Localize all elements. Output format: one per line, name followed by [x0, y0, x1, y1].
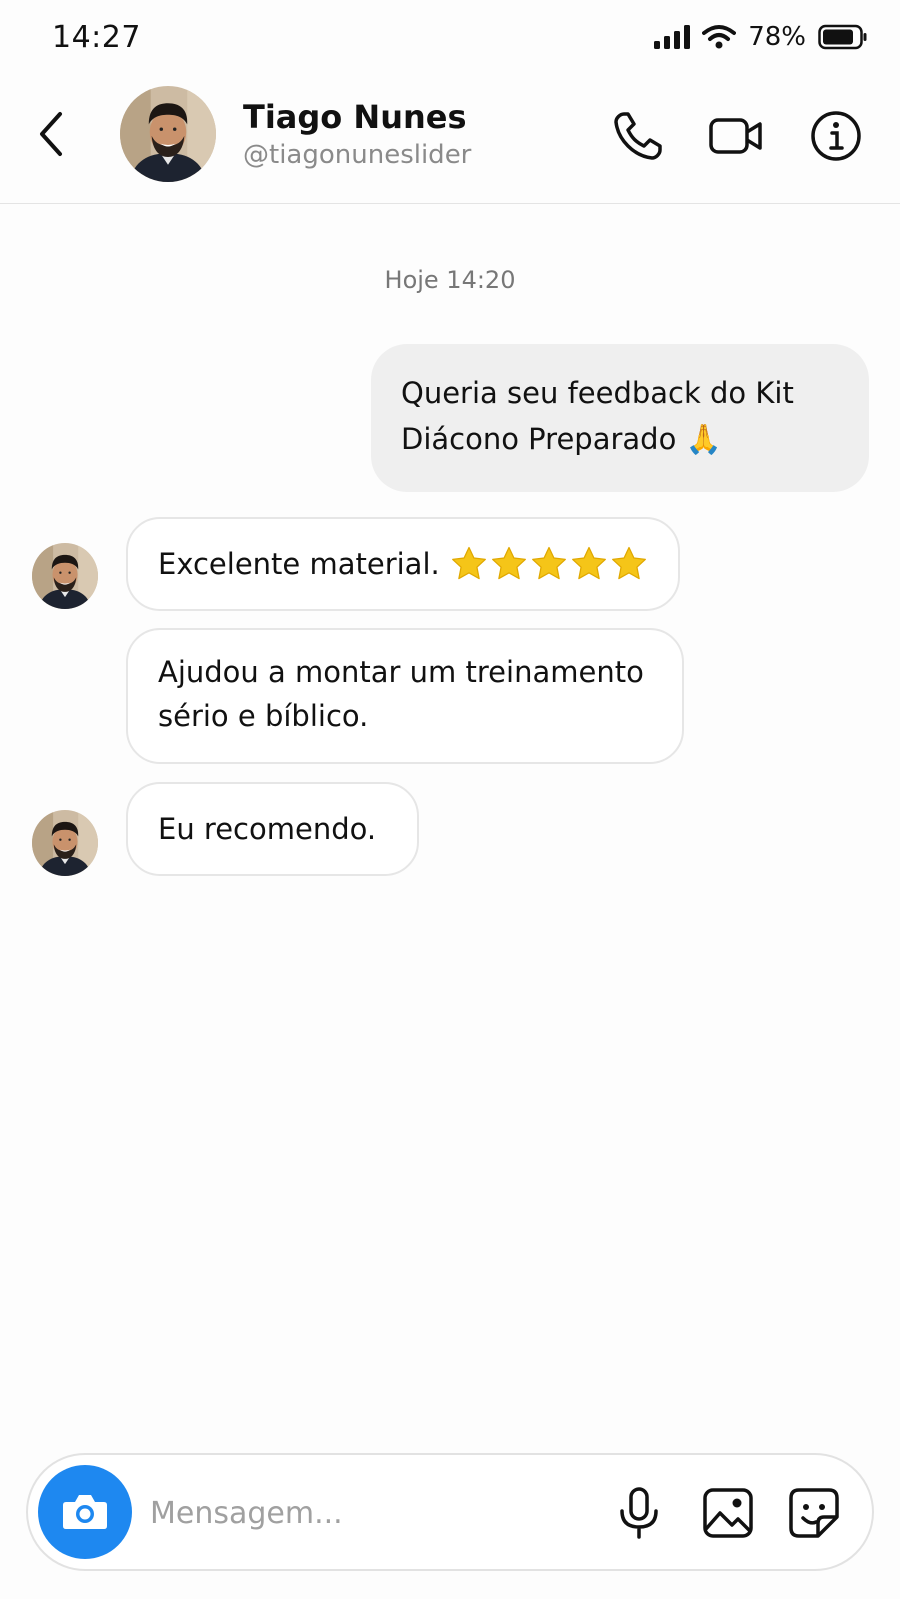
- video-camera-icon[interactable]: [708, 108, 764, 164]
- microphone-icon[interactable]: [611, 1485, 667, 1541]
- signal-icon: [654, 25, 691, 49]
- star-icon: [490, 545, 528, 583]
- message-text: Excelente material.: [158, 547, 440, 581]
- message-input[interactable]: [150, 1483, 590, 1543]
- camera-button[interactable]: [38, 1465, 132, 1559]
- star-icon: [570, 545, 608, 583]
- message-composer: [26, 1453, 874, 1571]
- avatar[interactable]: [120, 86, 216, 182]
- battery-percentage: 78%: [748, 22, 806, 52]
- wifi-icon: [702, 25, 737, 49]
- status-icons: 78%: [654, 22, 868, 52]
- sticker-icon[interactable]: [786, 1485, 842, 1541]
- chat-header: Tiago Nunes @tiagonuneslider: [0, 78, 900, 204]
- star-icon: [530, 545, 568, 583]
- avatar[interactable]: [32, 543, 98, 609]
- battery-icon: [818, 24, 867, 50]
- rating-stars: [450, 545, 648, 583]
- back-arrow-icon[interactable]: [30, 108, 74, 160]
- info-icon[interactable]: [808, 108, 864, 164]
- date-separator: Hoje 14:20: [384, 266, 516, 294]
- outgoing-message[interactable]: Queria seu feedback do Kit Diácono Prepa…: [371, 344, 869, 492]
- star-icon: [450, 545, 488, 583]
- contact-name[interactable]: Tiago Nunes: [243, 98, 467, 136]
- image-icon[interactable]: [700, 1485, 756, 1541]
- status-time: 14:27: [52, 20, 141, 55]
- contact-handle: @tiagonuneslider: [243, 140, 472, 170]
- camera-icon: [63, 1495, 107, 1529]
- phone-icon[interactable]: [610, 108, 666, 164]
- incoming-message[interactable]: Excelente material.: [126, 517, 680, 611]
- incoming-message[interactable]: Eu recomendo.: [126, 782, 419, 876]
- avatar[interactable]: [32, 810, 98, 876]
- status-bar: 14:27 78%: [0, 0, 900, 78]
- incoming-message[interactable]: Ajudou a montar um treinamento sério e b…: [126, 628, 684, 764]
- star-icon: [610, 545, 648, 583]
